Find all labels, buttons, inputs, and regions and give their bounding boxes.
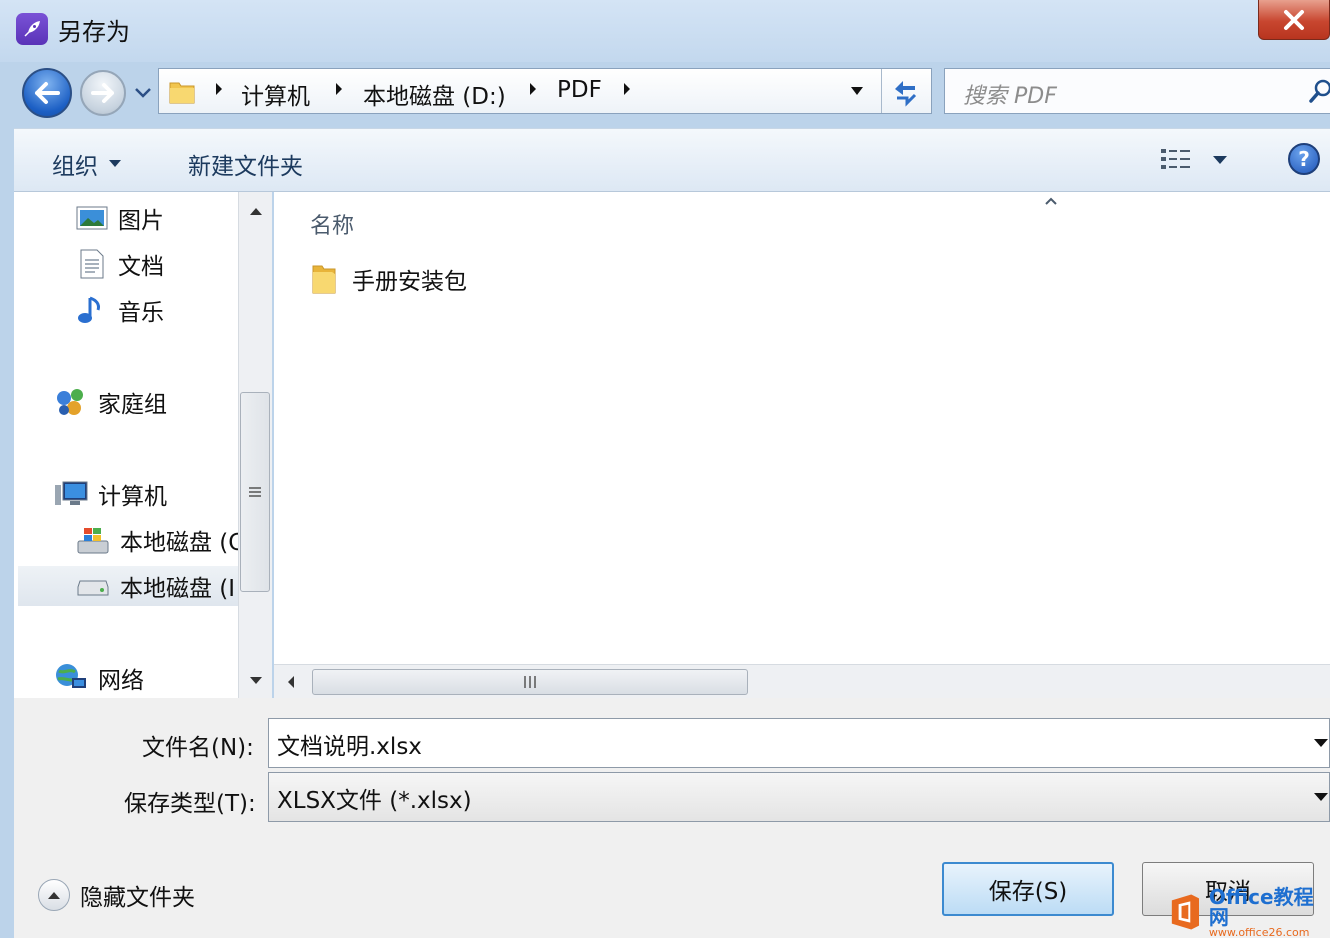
- chevron-up-icon: [38, 879, 70, 911]
- chevron-down-icon: [135, 88, 151, 98]
- watermark-url: www.office26.com: [1208, 925, 1310, 938]
- close-button[interactable]: [1258, 0, 1330, 40]
- hide-folders-label: 隐藏文件夹: [80, 885, 195, 911]
- close-icon: [1284, 9, 1304, 30]
- save-form: 文件名(N): 文档说明.xlsx 保存类型(T): XLSX文件 (*.xls…: [14, 698, 1330, 938]
- arrow-right-icon: [91, 83, 114, 103]
- nav-item-label: 图片: [118, 208, 164, 234]
- folder-icon: [167, 77, 197, 111]
- network-icon: [56, 664, 86, 688]
- chevron-down-icon: [1314, 793, 1328, 801]
- folder-icon: [312, 265, 336, 294]
- music-icon: [78, 296, 100, 323]
- scroll-left-icon[interactable]: [286, 675, 296, 689]
- nav-item-label: 音乐: [118, 300, 164, 326]
- homegroup-icon: [57, 389, 83, 415]
- filename-value: 文档说明.xlsx: [277, 734, 422, 760]
- grip-icon: [249, 487, 261, 497]
- nav-item-homegroup[interactable]: 家庭组: [54, 382, 167, 422]
- new-folder-button[interactable]: 新建文件夹: [188, 147, 303, 181]
- list-item[interactable]: 手册安装包: [310, 262, 467, 296]
- search-icon[interactable]: [1309, 79, 1330, 105]
- nav-item-music[interactable]: 音乐: [76, 290, 164, 330]
- drive-icon: [77, 580, 109, 596]
- app-rocket-icon: [16, 13, 48, 45]
- window-title: 另存为: [58, 18, 130, 46]
- grip-icon: [524, 676, 536, 688]
- nav-item-label: 家庭组: [98, 392, 167, 418]
- nav-item-label: 文档: [118, 254, 164, 280]
- scrollbar-thumb[interactable]: [240, 392, 270, 592]
- nav-item-drive-d[interactable]: 本地磁盘 (I: [18, 566, 238, 606]
- search-placeholder: 搜索 PDF: [963, 84, 1057, 109]
- nav-item-drive-c[interactable]: 本地磁盘 (C: [76, 520, 238, 560]
- nav-item-documents[interactable]: 文档: [76, 244, 164, 284]
- organize-button[interactable]: 组织: [52, 147, 122, 181]
- column-header-name[interactable]: 名称: [310, 208, 354, 240]
- watermark-logo: Office教程网 www.office26.com: [1166, 886, 1330, 938]
- horizontal-scrollbar[interactable]: [274, 664, 1330, 698]
- scroll-up-icon[interactable]: [249, 206, 263, 216]
- nav-item-network[interactable]: 网络: [54, 658, 144, 698]
- breadcrumb-separator-icon: [624, 83, 630, 95]
- view-dropdown-icon[interactable]: [1212, 155, 1228, 165]
- filetype-value: XLSX文件 (*.xlsx): [277, 788, 472, 814]
- system-drive-icon: [77, 528, 109, 554]
- breadcrumb-separator-icon: [216, 83, 222, 95]
- back-button[interactable]: [22, 68, 72, 118]
- navigation-pane: 图片 文档 音乐 家庭组 计算机 本地磁盘 (C 本地磁盘 (I 网络: [14, 192, 238, 698]
- nav-item-pictures[interactable]: 图片: [76, 198, 164, 238]
- filename-field[interactable]: 文档说明.xlsx: [268, 718, 1330, 768]
- breadcrumb-drive-d[interactable]: 本地磁盘 (D:): [363, 77, 506, 111]
- nav-item-label: 网络: [98, 668, 144, 694]
- organize-label: 组织: [52, 154, 98, 180]
- file-list: 名称 手册安装包: [274, 192, 1330, 664]
- address-bar[interactable]: 计算机 本地磁盘 (D:) PDF: [158, 68, 932, 114]
- filename-label: 文件名(N):: [142, 735, 254, 761]
- filetype-select[interactable]: XLSX文件 (*.xlsx): [268, 772, 1330, 822]
- save-button[interactable]: 保存(S): [942, 862, 1114, 916]
- scrollbar-thumb[interactable]: [312, 669, 748, 695]
- refresh-icon[interactable]: [889, 75, 921, 111]
- nav-item-label: 计算机: [98, 484, 167, 510]
- office-logo-icon: [1171, 894, 1200, 930]
- title-bar: 另存为: [0, 0, 1330, 62]
- watermark-title: Office教程网: [1208, 884, 1314, 929]
- computer-icon: [55, 481, 88, 505]
- hide-folders-toggle[interactable]: 隐藏文件夹: [38, 878, 195, 912]
- arrow-left-icon: [35, 82, 60, 104]
- file-name: 手册安装包: [352, 269, 467, 295]
- breadcrumb-pdf[interactable]: PDF: [557, 77, 602, 103]
- command-toolbar: 组织 新建文件夹 ?: [14, 128, 1330, 192]
- help-icon[interactable]: ?: [1288, 143, 1320, 175]
- nav-item-label: 本地磁盘 (I: [120, 576, 236, 602]
- chevron-down-icon: [109, 160, 121, 167]
- breadcrumb-separator-icon: [336, 83, 342, 95]
- view-options-icon[interactable]: [1160, 147, 1192, 177]
- pictures-icon: [76, 206, 108, 230]
- nav-item-computer[interactable]: 计算机: [54, 474, 167, 514]
- breadcrumb-separator-icon: [530, 83, 536, 95]
- address-history-dropdown-icon[interactable]: [849, 85, 865, 97]
- documents-icon: [80, 249, 104, 279]
- scroll-down-icon[interactable]: [249, 676, 263, 686]
- forward-button[interactable]: [80, 70, 126, 116]
- breadcrumb-computer[interactable]: 计算机: [241, 77, 310, 111]
- filetype-label: 保存类型(T):: [124, 791, 256, 817]
- sort-ascending-icon: [1045, 197, 1057, 205]
- search-input[interactable]: 搜索 PDF: [944, 68, 1330, 114]
- recent-pages-dropdown[interactable]: [134, 84, 152, 103]
- nav-item-label: 本地磁盘 (C: [120, 530, 238, 556]
- chevron-down-icon[interactable]: [1313, 737, 1329, 749]
- navigation-scrollbar[interactable]: [238, 192, 272, 698]
